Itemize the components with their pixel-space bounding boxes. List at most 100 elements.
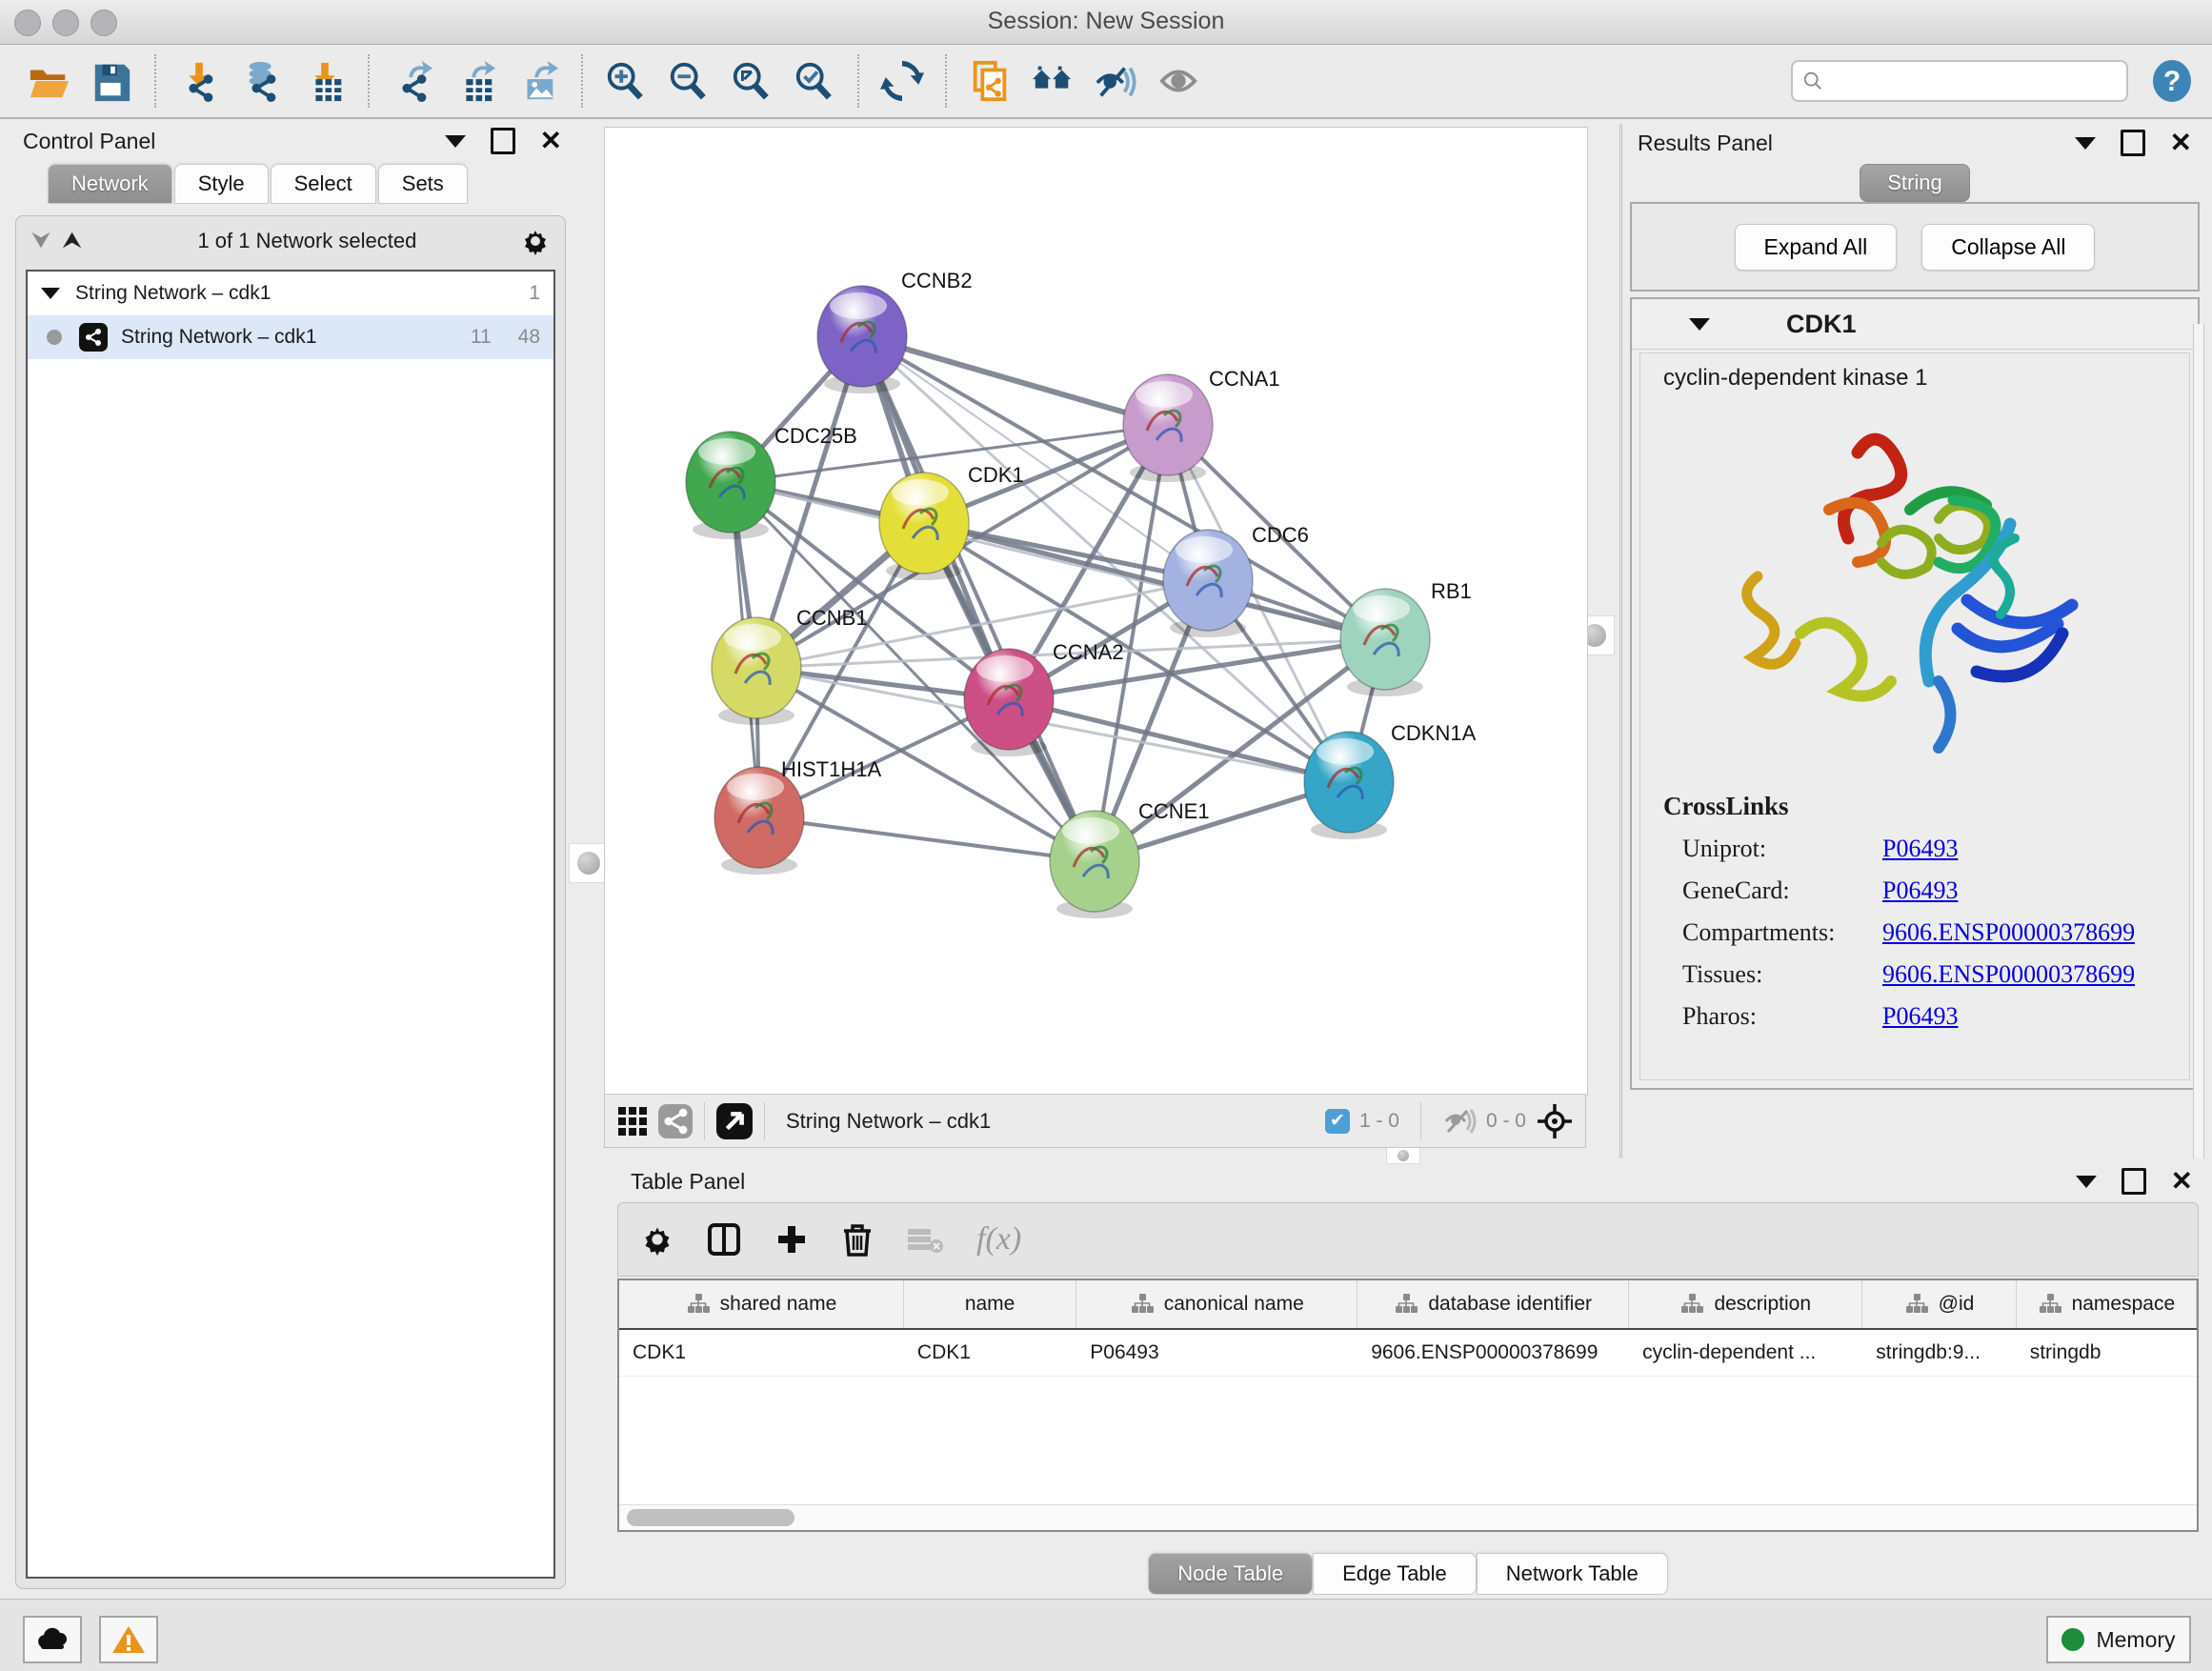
collapse-all-networks-icon[interactable]: ⮝ [62,228,81,254]
table-settings-gear-icon[interactable] [641,1223,674,1256]
crosslink-link[interactable]: P06493 [1882,1002,1958,1031]
node-CDKN1A[interactable] [1304,732,1394,839]
fit-crosshair-icon[interactable] [1536,1102,1574,1140]
left-splitter-handle[interactable] [569,843,609,883]
results-panel-float-icon[interactable] [2121,130,2145,156]
zoom-fit-icon[interactable] [727,56,776,106]
crosslink-link[interactable]: 9606.ENSP00000378699 [1882,960,2135,989]
grid-view-icon[interactable] [616,1105,649,1137]
add-column-icon[interactable] [774,1222,809,1257]
delete-column-icon[interactable] [841,1221,874,1258]
column-header-canonical-name[interactable]: canonical name [1076,1280,1357,1328]
warning-status-button[interactable] [99,1616,158,1663]
table-hscrollbar-thumb[interactable] [627,1509,794,1526]
gene-collapse-icon[interactable] [1689,318,1710,331]
collection-count: 1 [529,282,540,305]
node-HIST1H1A[interactable] [714,767,804,875]
expand-all-networks-icon[interactable]: ⮟ [31,228,50,254]
node-label-CDC25B: CDC25B [774,424,857,448]
node-CCNA1[interactable] [1123,374,1213,482]
table-hscrollbar[interactable] [619,1504,2197,1530]
control-panel-collapse-icon[interactable] [445,135,466,148]
tab-edge-table[interactable]: Edge Table [1313,1553,1477,1595]
network-canvas[interactable]: CCNB2CCNA1CDC25BCDK1CDC6RB1CCNB1CCNA2CDK… [604,127,1588,1096]
hide-selected-icon[interactable] [1091,56,1140,106]
node-CDC25B[interactable] [686,432,775,539]
export-table-icon[interactable] [451,56,500,106]
show-all-icon[interactable] [1154,56,1203,106]
tab-string[interactable]: String [1860,164,1969,202]
network-collection-row[interactable]: String Network – cdk1 1 [28,272,553,315]
tab-style[interactable]: Style [174,164,269,204]
column-header-shared-name[interactable]: shared name [619,1280,904,1328]
table-row[interactable]: CDK1CDK1P064939606.ENSP00000378699cyclin… [619,1330,2197,1377]
zoom-in-icon[interactable] [601,56,651,106]
memory-button[interactable]: Memory [2046,1616,2191,1663]
crosslink-link[interactable]: P06493 [1882,876,1958,905]
column-header-namespace[interactable]: namespace [2017,1280,2197,1328]
export-network-icon[interactable] [388,56,437,106]
string-home-icon[interactable] [1028,56,1077,106]
birds-eye-view-icon[interactable] [716,1103,753,1139]
table-toolbar: f(x) [617,1202,2199,1277]
import-network-database-icon[interactable] [237,56,287,106]
control-panel-close-icon[interactable]: ✕ [540,131,562,151]
node-CCNB2[interactable] [817,286,907,393]
crosslink-link[interactable]: P06493 [1882,835,1958,863]
cell-namespace[interactable]: stringdb [2017,1330,2197,1376]
network-view-icon[interactable] [658,1104,693,1138]
node-CDC6[interactable] [1163,530,1253,637]
network-row[interactable]: String Network – cdk1 11 48 [28,315,553,359]
table-panel-close-icon[interactable]: ✕ [2171,1172,2193,1191]
bottom-splitter-handle[interactable] [1386,1147,1420,1164]
crosslink-link[interactable]: 9606.ENSP00000378699 [1882,918,2135,947]
control-panel-float-icon[interactable] [491,128,515,154]
open-session-icon[interactable] [24,56,73,106]
network-options-gear-icon[interactable] [521,227,550,255]
export-image-icon[interactable] [513,56,563,106]
node-RB1[interactable] [1340,589,1430,696]
cell-description[interactable]: cyclin-dependent ... [1629,1330,1862,1376]
cell-shared-name[interactable]: CDK1 [619,1330,904,1376]
search-input[interactable] [1823,70,2117,93]
cell-name[interactable]: CDK1 [904,1330,1076,1376]
tab-network-table[interactable]: Network Table [1477,1553,1668,1595]
cell-database-identifier[interactable]: 9606.ENSP00000378699 [1357,1330,1629,1376]
tab-select[interactable]: Select [271,164,376,204]
results-panel-collapse-icon[interactable] [2075,137,2096,150]
results-scrollbar[interactable] [2193,324,2204,1158]
network-edge-count: 48 [518,326,540,349]
clone-network-icon[interactable] [965,56,1015,106]
collapse-all-button[interactable]: Collapse All [1921,224,2095,271]
column-header-database-identifier[interactable]: database identifier [1357,1280,1629,1328]
zoom-out-icon[interactable] [664,56,714,106]
collection-expand-icon[interactable] [41,288,60,299]
node-CCNE1[interactable] [1050,811,1139,918]
column-header-description[interactable]: description [1629,1280,1862,1328]
node-CCNB1[interactable] [712,617,801,725]
show-columns-icon[interactable] [706,1221,742,1258]
table-panel-float-icon[interactable] [2122,1168,2146,1195]
cloud-status-button[interactable] [23,1616,82,1663]
save-session-icon[interactable] [87,56,136,106]
tab-network[interactable]: Network [48,164,172,204]
table-panel-collapse-icon[interactable] [2076,1176,2097,1188]
import-table-file-icon[interactable] [300,56,350,106]
tab-sets[interactable]: Sets [378,164,468,204]
import-network-file-icon[interactable] [174,56,224,106]
cell-canonical-name[interactable]: P06493 [1076,1330,1357,1376]
table-panel: Table Panel ✕ f(x) [604,1166,2212,1599]
help-icon[interactable]: ? [2149,58,2195,104]
search-box[interactable] [1791,60,2128,102]
refresh-icon[interactable] [877,56,927,106]
tab-node-table[interactable]: Node Table [1148,1553,1313,1595]
column-header-name[interactable]: name [904,1280,1076,1328]
selected-checkbox-icon[interactable]: ✔ [1325,1109,1350,1134]
toolbar-separator [154,54,156,108]
column-header-@id[interactable]: @id [1862,1280,2016,1328]
expand-all-button[interactable]: Expand All [1735,224,1898,271]
results-panel-close-icon[interactable]: ✕ [2170,133,2192,152]
cell-@id[interactable]: stringdb:9... [1862,1330,2016,1376]
node-label-CDK1: CDK1 [968,463,1024,487]
zoom-selected-icon[interactable] [790,56,839,106]
